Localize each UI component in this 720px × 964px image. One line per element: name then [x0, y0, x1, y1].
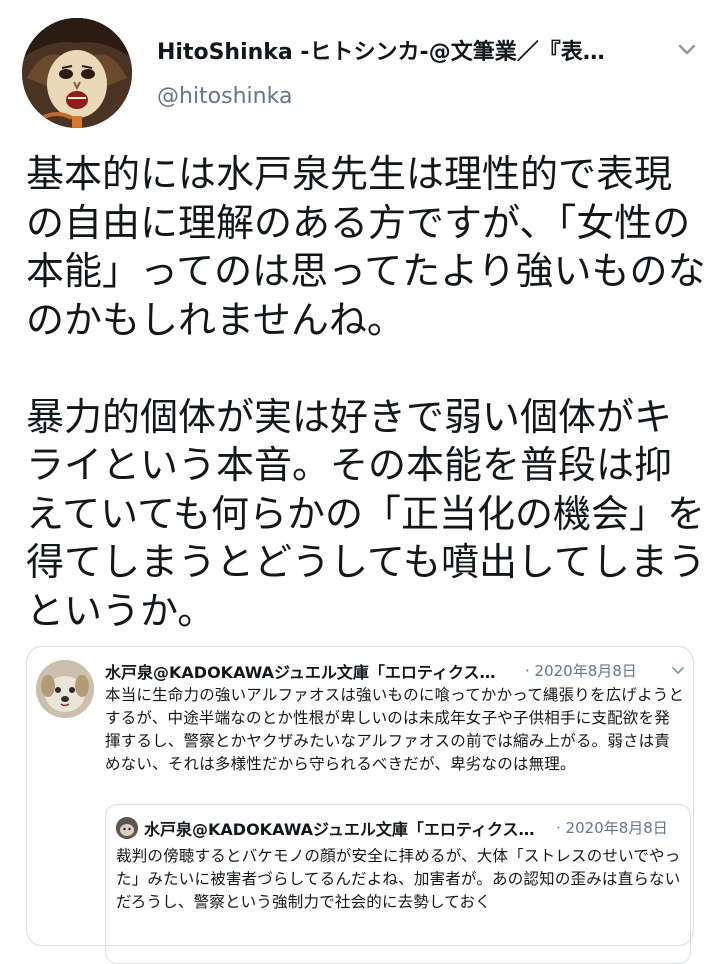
nested-author-avatar[interactable] [116, 817, 138, 839]
author-display-name[interactable]: HitoShinka -ヒトシンカ-@文筆業／『表… [157, 34, 667, 66]
tweet-paragraph: 暴力的個体が実は好きで弱い個体がキライという本音。その本能を普段は抑えていても何… [26, 394, 706, 633]
nested-avatar-image [116, 817, 138, 839]
nested-date[interactable]: · 2020年8月8日 [556, 817, 668, 838]
author-avatar[interactable] [22, 18, 132, 128]
quoted-chevron-down-icon[interactable] [671, 663, 685, 677]
quoted-tweet[interactable]: 水戸泉@KADOKAWAジュエル文庫「エロティクス… · 2020年8月8日 本… [26, 646, 694, 964]
nested-quoted-tweet[interactable]: 水戸泉@KADOKAWAジュエル文庫「エロティクス… · 2020年8月8日 裁… [105, 804, 691, 964]
quoted-author-avatar[interactable] [36, 660, 94, 718]
nested-tweet-text: 裁判の傍聴するとバケモノの顔が安全に拝めるが、大体「ストレスのせいでやった」みた… [116, 847, 681, 911]
dog-avatar-image [36, 660, 94, 718]
tweet-body: 基本的には水戸泉先生は理性的で表現の自由に理解のある方ですが、「女性の本能」って… [26, 150, 706, 635]
author-handle[interactable]: @hitoshinka [157, 84, 292, 109]
chevron-down-icon[interactable] [676, 38, 698, 60]
nested-author-name[interactable]: 水戸泉@KADOKAWAジュエル文庫「エロティクス… [144, 816, 554, 840]
quoted-tweet-text: 本当に生命力の強いアルファオスは強いものに喰ってかかって縄張りを広げようとするが… [105, 686, 685, 773]
tweet-header: HitoShinka -ヒトシンカ-@文筆業／『表… @hitoshinka [0, 0, 720, 140]
avatar-image [22, 18, 132, 128]
tweet-paragraph: 基本的には水戸泉先生は理性的で表現の自由に理解のある方ですが、「女性の本能」って… [26, 152, 706, 342]
quoted-author-name[interactable]: 水戸泉@KADOKAWAジュエル文庫「エロティクス… [105, 659, 525, 683]
quoted-date[interactable]: · 2020年8月8日 [525, 660, 637, 681]
